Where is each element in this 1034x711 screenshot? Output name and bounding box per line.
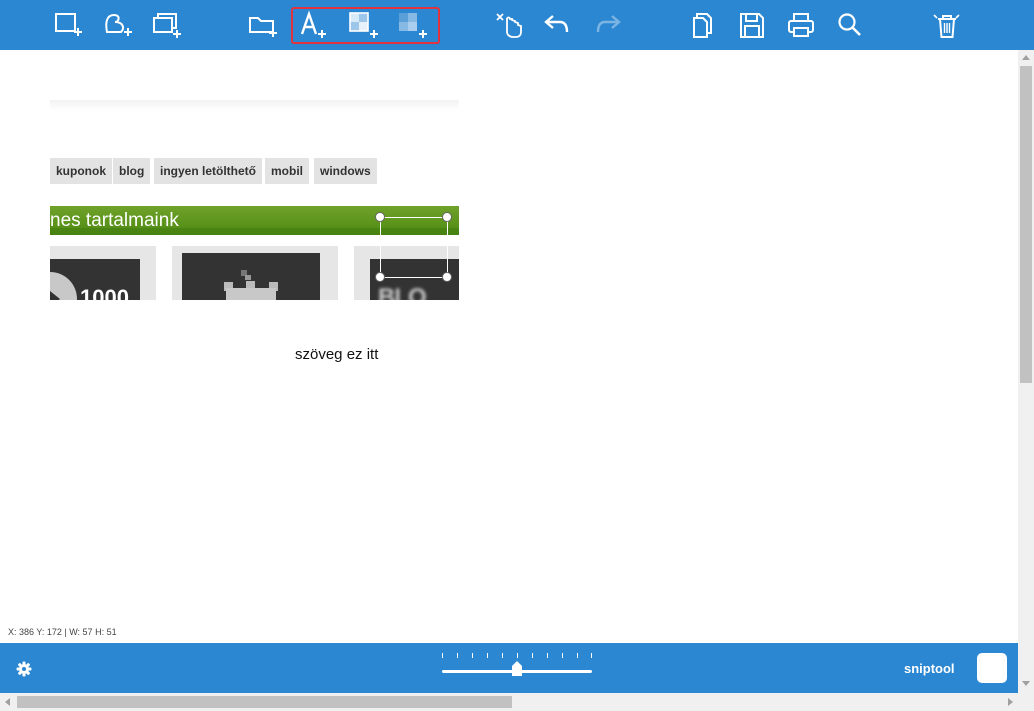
open-folder-icon [249, 17, 277, 37]
select-pointer-icon [496, 13, 522, 38]
add-blur-icon [399, 13, 427, 38]
rectangle-snip-icon [55, 13, 82, 36]
section-title: nes tartalmaink [50, 210, 179, 231]
tag-kuponok: kuponok [50, 158, 112, 184]
resize-handle-top-right[interactable] [442, 212, 452, 222]
slider-tick [457, 653, 458, 658]
brand-label: sniptool [904, 661, 955, 676]
scroll-down-arrow[interactable] [1022, 681, 1030, 686]
copy-icon [693, 13, 712, 38]
copy-button[interactable] [683, 6, 723, 44]
vertical-scrollbar[interactable] [1018, 50, 1034, 693]
zoom-button[interactable] [830, 6, 870, 44]
redo-icon [596, 15, 621, 33]
save-button[interactable] [732, 6, 772, 44]
freeform-snip-icon [105, 13, 132, 36]
resize-handle-top-left[interactable] [375, 212, 385, 222]
castle-icon [224, 270, 278, 300]
resize-handle-bottom-right[interactable] [442, 272, 452, 282]
slider-tick [442, 653, 443, 658]
slider-tick [547, 653, 548, 658]
window-snip-icon [153, 13, 181, 38]
settings-gear-icon[interactable] [14, 659, 34, 679]
coordinates-readout: X: 386 Y: 172 | W: 57 H: 51 [8, 627, 117, 637]
scroll-left-arrow[interactable] [5, 698, 10, 706]
undo-icon [544, 15, 569, 33]
content-tile-2 [172, 246, 338, 300]
vertical-scroll-thumb[interactable] [1020, 66, 1032, 383]
zoom-icon [838, 13, 861, 36]
scroll-up-arrow[interactable] [1022, 55, 1030, 60]
slider-tick [487, 653, 488, 658]
bottom-bar: sniptool [0, 643, 1018, 693]
horizontal-scroll-thumb[interactable] [17, 696, 512, 708]
tag-ingyen-letoltheto: ingyen letölthető [154, 158, 262, 184]
freeform-snip-button[interactable] [96, 6, 136, 44]
slider-tick [577, 653, 578, 658]
tile-3-blurred-label: BLO [378, 284, 427, 300]
resize-handle-bottom-left[interactable] [375, 272, 385, 282]
save-icon [740, 13, 764, 38]
sniptool-app: kuponok blog ingyen letölthető mobil win… [0, 0, 1034, 711]
delete-icon [933, 14, 960, 38]
slider-tick [532, 653, 533, 658]
editor-canvas[interactable]: kuponok blog ingyen letölthető mobil win… [0, 50, 1018, 643]
horizontal-scrollbar[interactable] [0, 693, 1034, 711]
tag-blog: blog [113, 158, 151, 184]
open-folder-button[interactable] [242, 6, 282, 44]
snip-top-fade [50, 100, 459, 110]
add-blur-button[interactable] [392, 6, 432, 44]
pixelate-selection-box[interactable] [375, 212, 452, 282]
slider-knob[interactable] [511, 661, 523, 676]
tag-mobil: mobil [265, 158, 309, 184]
tile-1-image: 1000 [50, 259, 140, 300]
text-annotation[interactable]: szöveg ez itt [295, 346, 378, 363]
redo-button[interactable] [587, 6, 627, 44]
slider-tick [562, 653, 563, 658]
window-snip-button[interactable] [146, 6, 186, 44]
add-text-icon [300, 10, 326, 38]
scroll-right-arrow[interactable] [1008, 698, 1013, 706]
delete-button[interactable] [927, 6, 967, 44]
add-pixelate-icon [349, 12, 378, 38]
slider-tick [517, 653, 518, 658]
select-pointer-button[interactable] [489, 6, 529, 44]
color-swatch-button[interactable] [977, 653, 1007, 683]
zoom-slider[interactable] [442, 651, 594, 681]
add-pixelate-button[interactable] [343, 6, 383, 44]
top-toolbar [0, 0, 1034, 50]
undo-button[interactable] [538, 6, 578, 44]
add-text-button[interactable] [293, 6, 333, 44]
print-button[interactable] [781, 6, 821, 44]
rectangle-snip-button[interactable] [47, 6, 87, 44]
print-icon [788, 13, 814, 37]
tag-windows: windows [314, 158, 377, 184]
tile-1-label: 1000 [80, 285, 129, 300]
content-tile-1: 1000 [50, 246, 156, 300]
tile-2-image [182, 253, 320, 300]
slider-tick [472, 653, 473, 658]
play-circle-icon [50, 272, 77, 300]
slider-tick [502, 653, 503, 658]
slider-tick [591, 653, 592, 658]
